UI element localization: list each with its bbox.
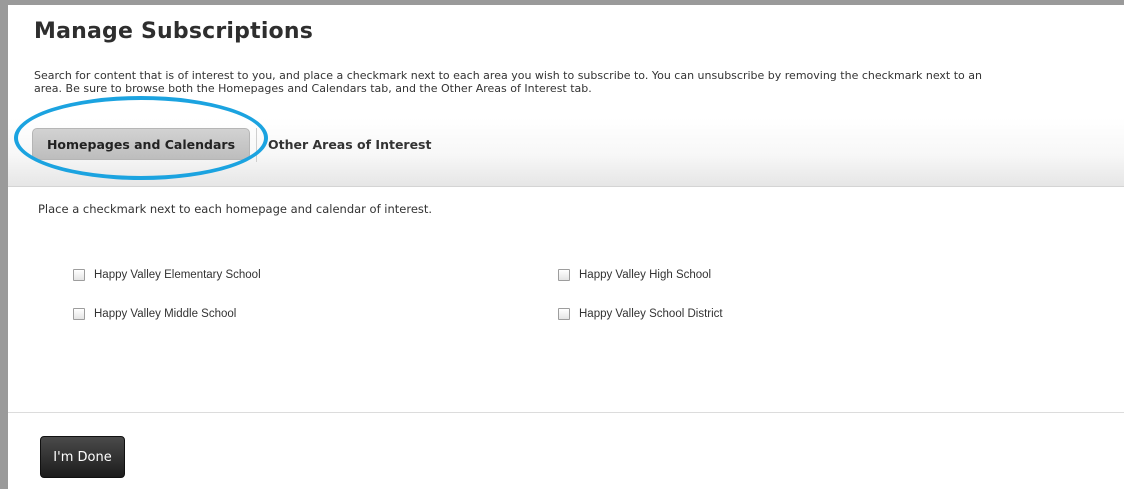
option-happy-valley-high-school[interactable]: Happy Valley High School bbox=[558, 269, 711, 281]
checkbox[interactable] bbox=[558, 308, 570, 320]
tab-other-areas-of-interest[interactable]: Other Areas of Interest bbox=[268, 128, 431, 160]
footer-divider bbox=[8, 412, 1124, 413]
tab-bar: Homepages and Calendars Other Areas of I… bbox=[8, 118, 1124, 187]
checkbox[interactable] bbox=[73, 308, 85, 320]
tab-divider bbox=[256, 128, 257, 162]
option-label: Happy Valley High School bbox=[579, 269, 712, 281]
option-label: Happy Valley Elementary School bbox=[94, 269, 261, 281]
im-done-button[interactable]: I'm Done bbox=[40, 436, 125, 478]
option-happy-valley-school-district[interactable]: Happy Valley School District bbox=[558, 308, 723, 320]
checkbox[interactable] bbox=[558, 269, 570, 281]
page-title: Manage Subscriptions bbox=[34, 19, 314, 44]
checkbox[interactable] bbox=[73, 269, 85, 281]
panel-instruction: Place a checkmark next to each homepage … bbox=[38, 202, 433, 216]
tab-homepages-and-calendars[interactable]: Homepages and Calendars bbox=[32, 128, 250, 160]
option-label: Happy Valley School District bbox=[579, 308, 723, 320]
intro-text: Search for content that is of interest t… bbox=[34, 69, 1124, 95]
option-label: Happy Valley Middle School bbox=[94, 308, 237, 320]
intro-line-1: Search for content that is of interest t… bbox=[34, 69, 982, 82]
intro-line-2: area. Be sure to browse both the Homepag… bbox=[34, 82, 592, 95]
subscriptions-window: Manage Subscriptions Search for content … bbox=[0, 0, 1124, 489]
option-happy-valley-elementary-school[interactable]: Happy Valley Elementary School bbox=[73, 269, 261, 281]
option-happy-valley-middle-school[interactable]: Happy Valley Middle School bbox=[73, 308, 236, 320]
